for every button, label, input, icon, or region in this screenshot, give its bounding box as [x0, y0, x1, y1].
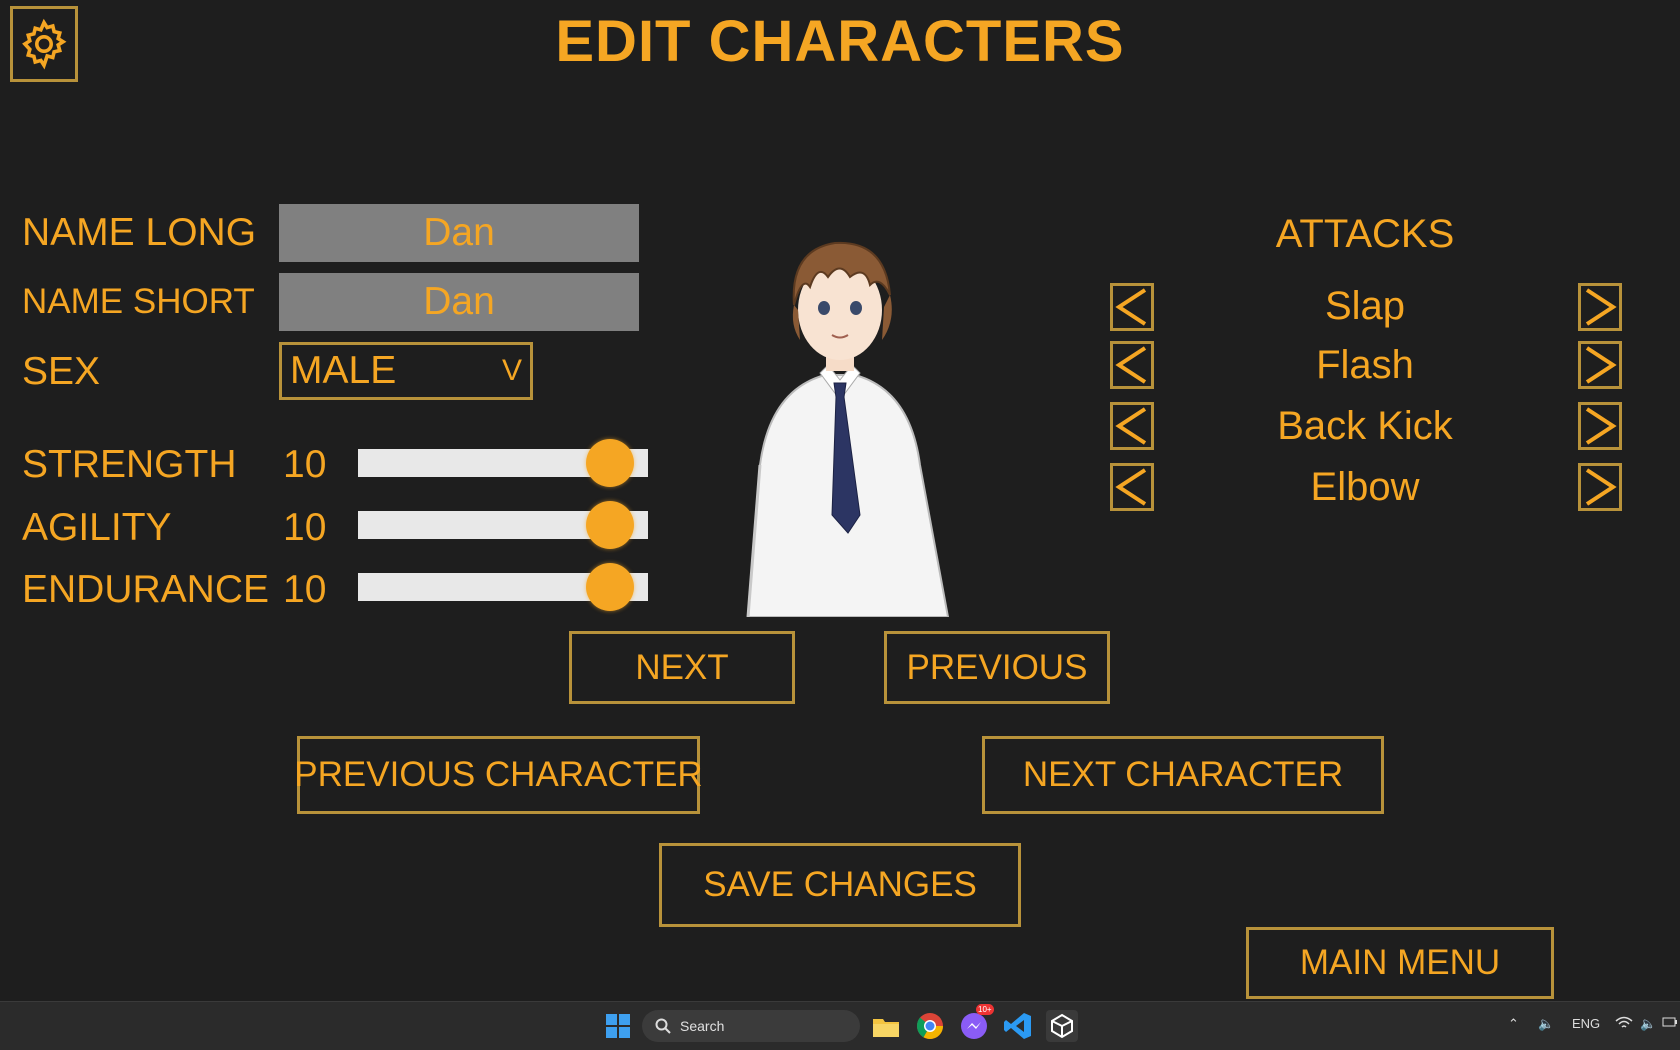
search-input[interactable]: Search [642, 1010, 860, 1042]
attack-2-next-button[interactable] [1578, 341, 1622, 389]
name-short-label: NAME SHORT [22, 282, 255, 321]
attacks-title: ATTACKS [1275, 212, 1455, 256]
sex-selected-value: MALE [290, 349, 397, 392]
taskbar: Search 10+ ⌃ 🔈 ENG 🔈 [0, 1001, 1680, 1050]
attack-4-next-button[interactable] [1578, 463, 1622, 511]
speaker-icon[interactable]: 🔈 [1538, 1016, 1554, 1032]
chevron-right-icon [1585, 346, 1617, 384]
attack-3-prev-button[interactable] [1110, 402, 1154, 450]
vscode-icon[interactable] [1002, 1010, 1034, 1042]
attack-3-name: Back Kick [1277, 404, 1453, 448]
strength-label: STRENGTH [22, 443, 237, 486]
endurance-value: 10 [283, 568, 327, 611]
name-long-label: NAME LONG [22, 211, 257, 254]
previous-character-button[interactable]: PREVIOUS CHARACTER [294, 736, 703, 814]
windows-start-icon[interactable] [602, 1010, 634, 1042]
language-indicator[interactable]: ENG [1572, 1016, 1600, 1031]
chevron-left-icon [1115, 468, 1147, 506]
agility-label: AGILITY [22, 506, 172, 549]
character-portrait [746, 241, 950, 617]
sex-dropdown[interactable]: MALE V [279, 342, 533, 400]
chevron-left-icon [1115, 288, 1147, 326]
strength-slider[interactable] [358, 439, 648, 487]
notification-badge: 10+ [976, 1004, 994, 1015]
save-changes-button[interactable]: SAVE CHANGES [659, 843, 1021, 927]
slider-knob[interactable] [586, 501, 635, 549]
chevron-left-icon [1115, 346, 1147, 384]
previous-button[interactable]: PREVIOUS [884, 631, 1110, 704]
agility-value: 10 [283, 506, 327, 549]
slider-knob[interactable] [586, 439, 635, 487]
slider-knob[interactable] [586, 563, 635, 611]
name-short-input[interactable]: Dan [279, 273, 639, 331]
attack-2-prev-button[interactable] [1110, 341, 1154, 389]
chevron-right-icon [1585, 407, 1617, 445]
main-menu-button[interactable]: MAIN MENU [1246, 927, 1554, 999]
volume-icon[interactable]: 🔈 [1640, 1016, 1656, 1032]
chrome-icon[interactable] [914, 1010, 946, 1042]
search-icon [655, 1018, 671, 1034]
chevron-down-icon: V [501, 354, 522, 387]
attack-1-name: Slap [1324, 284, 1406, 328]
page-title: EDIT CHARACTERS [555, 9, 1125, 74]
sex-label: SEX [22, 350, 101, 393]
attack-4-name: Elbow [1310, 465, 1420, 509]
chevron-right-icon [1585, 468, 1617, 506]
attack-1-next-button[interactable] [1578, 283, 1622, 331]
next-button[interactable]: NEXT [569, 631, 795, 704]
search-placeholder: Search [680, 1018, 725, 1034]
attack-2-name: Flash [1316, 343, 1414, 387]
unity-icon[interactable] [1046, 1010, 1078, 1042]
agility-slider[interactable] [358, 501, 648, 549]
wifi-icon[interactable] [1615, 1016, 1633, 1033]
strength-value: 10 [283, 443, 327, 486]
name-long-input[interactable]: Dan [279, 204, 639, 262]
attack-4-prev-button[interactable] [1110, 463, 1154, 511]
messenger-icon[interactable]: 10+ [958, 1004, 994, 1042]
chevron-up-icon[interactable]: ⌃ [1508, 1016, 1519, 1032]
next-character-button[interactable]: NEXT CHARACTER [982, 736, 1384, 814]
file-explorer-icon[interactable] [870, 1010, 902, 1042]
attack-3-next-button[interactable] [1578, 402, 1622, 450]
endurance-label: ENDURANCE [22, 568, 270, 611]
endurance-slider[interactable] [358, 563, 648, 611]
chevron-left-icon [1115, 407, 1147, 445]
battery-icon[interactable] [1662, 1016, 1678, 1031]
chevron-right-icon [1585, 288, 1617, 326]
attack-1-prev-button[interactable] [1110, 283, 1154, 331]
